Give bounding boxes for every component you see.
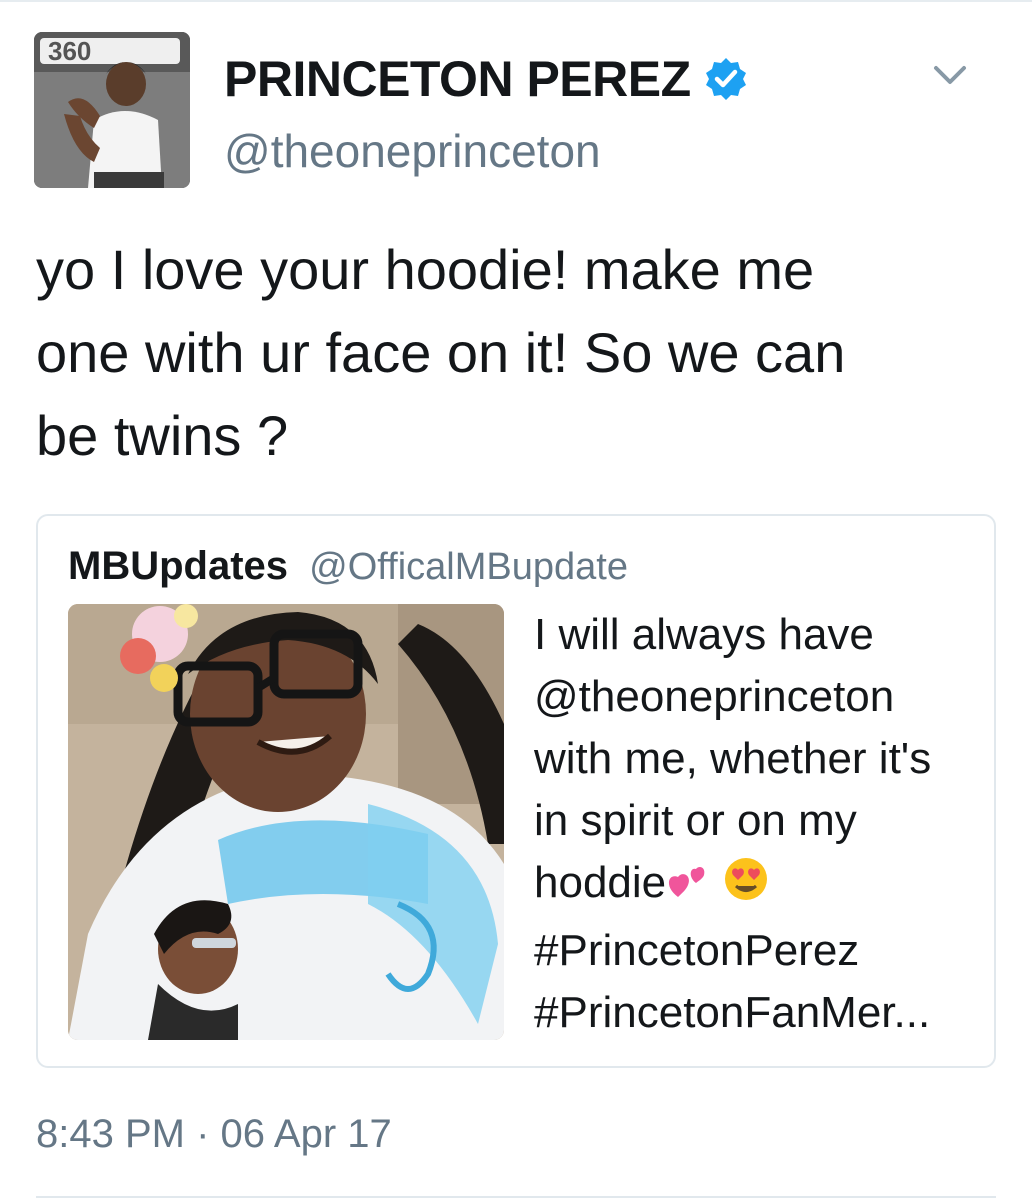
top-divider [0, 0, 1032, 2]
quoted-author-name: MBUpdates [68, 544, 289, 588]
bottom-divider [36, 1196, 996, 1198]
hashtag-link: #PrincetonPerez [534, 926, 860, 975]
quoted-tweet-text: I will always have @theoneprinceton with… [534, 604, 974, 1044]
chevron-down-icon[interactable] [928, 60, 972, 90]
quoted-text-line-with-emoji: hoddie [534, 852, 974, 920]
two-hearts-emoji [666, 858, 710, 920]
verified-badge-icon [703, 56, 749, 102]
quoted-tweet-card[interactable]: MBUpdates @OfficalMBupdate I will always… [36, 514, 996, 1068]
quoted-text-line: with me, whether it's [534, 734, 932, 783]
quoted-text-line: in spirit or on my [534, 796, 857, 845]
quoted-text-line: I will always have [534, 610, 874, 659]
author-display-name[interactable]: PRINCETON PEREZ [224, 50, 749, 108]
quoted-tweet-header: MBUpdates @OfficalMBupdate [68, 540, 628, 593]
quoted-text-word: hoddie [534, 858, 667, 907]
avatar-badge-text: 360 [48, 36, 91, 66]
author-handle[interactable]: @theoneprinceton [224, 124, 601, 178]
tweet-timestamp[interactable]: 8:43 PM · 06 Apr 17 [36, 1108, 392, 1160]
tweet-text: yo I love your hoodie! make me one with … [36, 238, 846, 467]
quoted-mention-link: @theoneprinceton [534, 672, 895, 721]
author-avatar[interactable]: 360 [34, 32, 190, 188]
quoted-author-handle: @OfficalMBupdate [309, 546, 628, 588]
quoted-tweet-photo[interactable] [68, 604, 504, 1040]
heart-eyes-emoji [722, 855, 770, 920]
hashtag-link: #PrincetonFanMer... [534, 988, 931, 1037]
author-name-text[interactable]: PRINCETON PEREZ [224, 50, 691, 108]
